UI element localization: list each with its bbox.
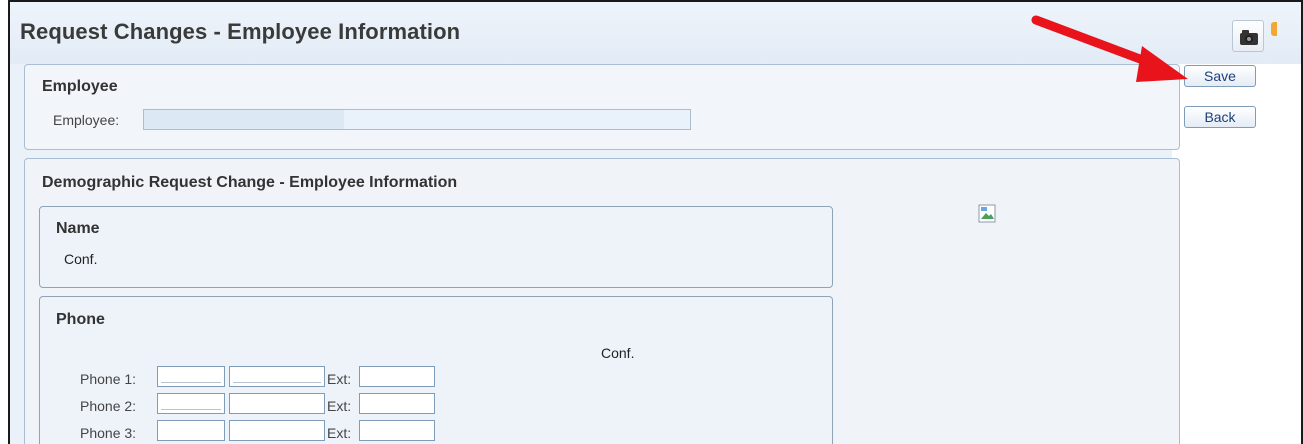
broken-image-icon <box>978 204 996 223</box>
phone-2-ext-input[interactable] <box>359 393 435 414</box>
page-title: Request Changes - Employee Information <box>20 19 461 44</box>
demographic-panel-title: Demographic Request Change - Employee In… <box>42 174 458 191</box>
camera-button[interactable] <box>1232 20 1264 52</box>
phone-3-ext-label: Ext: <box>327 425 352 441</box>
phone-3-area-input[interactable] <box>157 420 225 441</box>
employee-panel-title: Employee <box>42 78 118 95</box>
phone-1-ext-input[interactable] <box>359 366 435 387</box>
phone-1-number-input[interactable] <box>229 366 325 387</box>
phone-1-area-input[interactable] <box>157 366 225 387</box>
phone-3-label: Phone 3: <box>80 425 137 441</box>
phone-conf-label: Conf. <box>601 345 635 361</box>
back-button[interactable]: Back <box>1184 106 1256 128</box>
phone-1-ext-label: Ext: <box>327 371 352 387</box>
phone-3-number-input[interactable] <box>229 420 325 441</box>
employee-label: Employee: <box>53 112 120 128</box>
phone-2-label: Phone 2: <box>80 398 137 414</box>
name-panel-title: Name <box>56 220 100 237</box>
name-panel: Name Conf. <box>39 206 833 288</box>
app-window: Request Changes - Employee Information E… <box>8 0 1303 444</box>
phone-panel: Phone Conf. Phone 1: Ext: Phone 2: Ext: … <box>39 296 833 444</box>
employee-panel: Employee Employee: <box>24 64 1180 150</box>
phone-1-label: Phone 1: <box>80 371 137 387</box>
demographic-panel: Demographic Request Change - Employee In… <box>24 158 1180 444</box>
employee-field <box>143 109 691 130</box>
phone-3-ext-input[interactable] <box>359 420 435 441</box>
phone-panel-title: Phone <box>56 311 105 328</box>
phone-2-ext-label: Ext: <box>327 398 352 414</box>
phone-2-area-input[interactable] <box>157 393 225 414</box>
help-icon[interactable] <box>1271 22 1277 36</box>
phone-2-number-input[interactable] <box>229 393 325 414</box>
annotation-arrow-icon <box>1031 15 1188 82</box>
name-conf-label: Conf. <box>64 251 98 267</box>
